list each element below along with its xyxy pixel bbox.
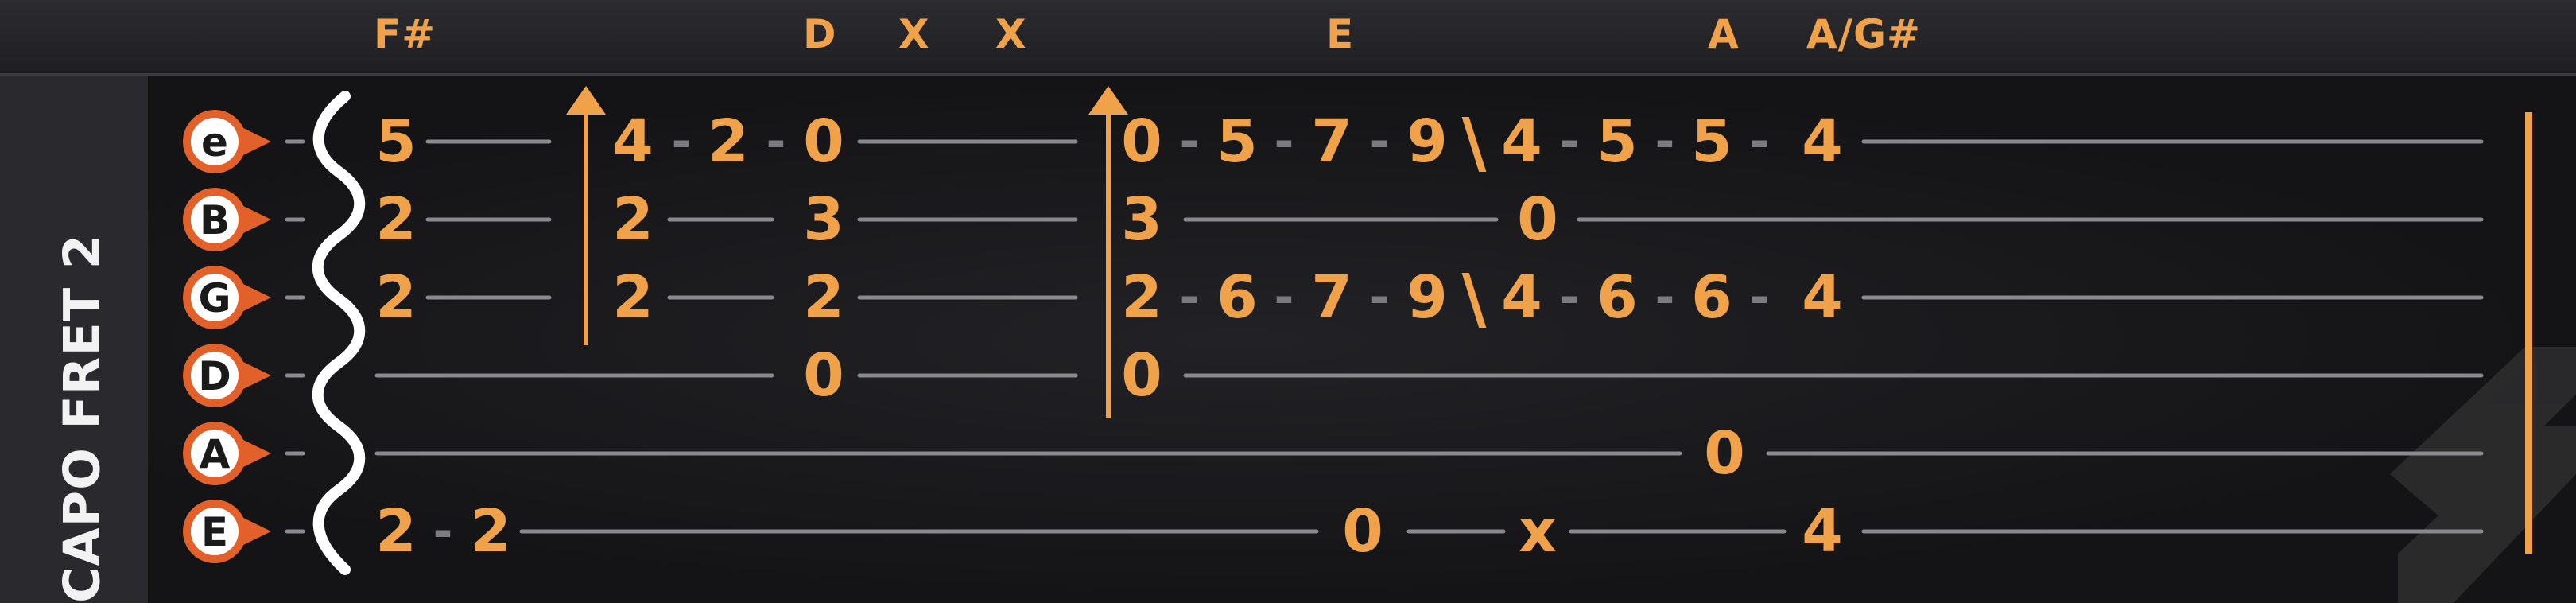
fret-number: 2: [612, 185, 654, 254]
chord-label: X: [995, 11, 1027, 57]
fret-number: 3: [803, 185, 844, 254]
fret-number: 2: [375, 263, 417, 332]
string-name: A: [200, 431, 231, 477]
tab-viewer: F# D X X E A A/G# CAPO FRET 2 e B G D A …: [0, 0, 2576, 603]
fret-number: 2: [612, 263, 654, 332]
end-bar: [2525, 112, 2532, 554]
fret-number: 3: [1121, 185, 1162, 254]
fret-number: 7: [1311, 107, 1352, 176]
string-name: E: [201, 509, 228, 555]
string-badge-e: e: [183, 110, 271, 173]
fret-separator: -: [1750, 270, 1770, 325]
fret-number: 2: [375, 497, 417, 566]
fret-number: 6: [1596, 263, 1638, 332]
string-name: e: [201, 119, 228, 165]
fret-separator: -: [1655, 114, 1675, 169]
tab-row-A: 0: [1704, 419, 1745, 488]
fret-number: 6: [1691, 263, 1732, 332]
strum-up-arrow-icon: [566, 86, 606, 345]
fret-number: 9: [1406, 107, 1448, 176]
fret-number: 4: [1802, 107, 1843, 176]
fret-number: 4: [1501, 107, 1542, 176]
capo-label: CAPO FRET 2: [52, 234, 111, 603]
fret-separator: -: [1370, 114, 1390, 169]
fret-number: 5: [375, 107, 417, 176]
system-bracket-icon: [312, 91, 366, 575]
chord-label: X: [898, 11, 930, 57]
chord-label: A/G#: [1806, 11, 1921, 57]
string-name: D: [198, 353, 231, 399]
fret-number: 2: [375, 185, 417, 254]
slide-mark: \: [1462, 103, 1487, 181]
fret-separator: -: [1750, 114, 1770, 169]
fret-number: 2: [708, 107, 749, 176]
chord-label: F#: [374, 11, 436, 57]
fret-number: 9: [1406, 263, 1448, 332]
fret-number: 0: [1121, 341, 1162, 410]
fret-number: 2: [470, 497, 511, 566]
string-badge-A: A: [183, 422, 271, 485]
fret-number: 0: [803, 107, 844, 176]
chord-label: D: [803, 11, 837, 57]
fret-separator: -: [1274, 114, 1294, 169]
fret-separator: -: [1560, 270, 1580, 325]
fret-number: 6: [1216, 263, 1258, 332]
fret-separator: -: [1274, 270, 1294, 325]
chord-label: E: [1326, 11, 1355, 57]
fret-separator: -: [1180, 114, 1200, 169]
fret-number: 0: [1342, 497, 1383, 566]
fret-separator: -: [1655, 270, 1675, 325]
fret-separator: -: [766, 114, 786, 169]
fret-number: 4: [1802, 263, 1843, 332]
fret-number: 2: [803, 263, 844, 332]
fret-separator: -: [1370, 270, 1390, 325]
fret-separator: -: [1560, 114, 1580, 169]
fret-separator: -: [672, 114, 692, 169]
string-name: G: [198, 275, 231, 321]
fret-number: 0: [1704, 419, 1745, 488]
fret-number: 4: [1501, 263, 1542, 332]
slide-mark: \: [1462, 259, 1487, 337]
fret-separator: -: [1180, 270, 1200, 325]
fret-number: 5: [1596, 107, 1638, 176]
string-name: B: [200, 197, 230, 243]
tab-staff-svg: e B G D A E 5 4 - 2 - 0 0 - 5 - 7 - 9 \ …: [183, 86, 2576, 603]
fret-number: 5: [1216, 107, 1258, 176]
string-badge-E: E: [183, 500, 271, 563]
fret-number: 4: [1802, 497, 1843, 566]
chord-label: A: [1708, 11, 1740, 57]
fret-number: 4: [612, 107, 654, 176]
fret-separator: -: [433, 504, 453, 559]
string-badge-B: B: [183, 188, 271, 251]
capo-panel: CAPO FRET 2: [0, 76, 148, 603]
tab-staff: e B G D A E 5 4 - 2 - 0 0 - 5 - 7 - 9 \ …: [148, 76, 2576, 603]
fret-number: 7: [1311, 263, 1352, 332]
fret-number: 2: [1121, 263, 1162, 332]
string-badge-D: D: [183, 344, 271, 407]
chord-bar: F# D X X E A A/G#: [0, 0, 2576, 76]
string-badge-G: G: [183, 266, 271, 329]
fret-number: 5: [1691, 107, 1732, 176]
muted-note: x: [1519, 497, 1557, 566]
watermark-logo-icon: [2390, 347, 2576, 603]
fret-number: 0: [1121, 107, 1162, 176]
fret-number: 0: [803, 341, 844, 410]
fret-number: 0: [1517, 185, 1558, 254]
